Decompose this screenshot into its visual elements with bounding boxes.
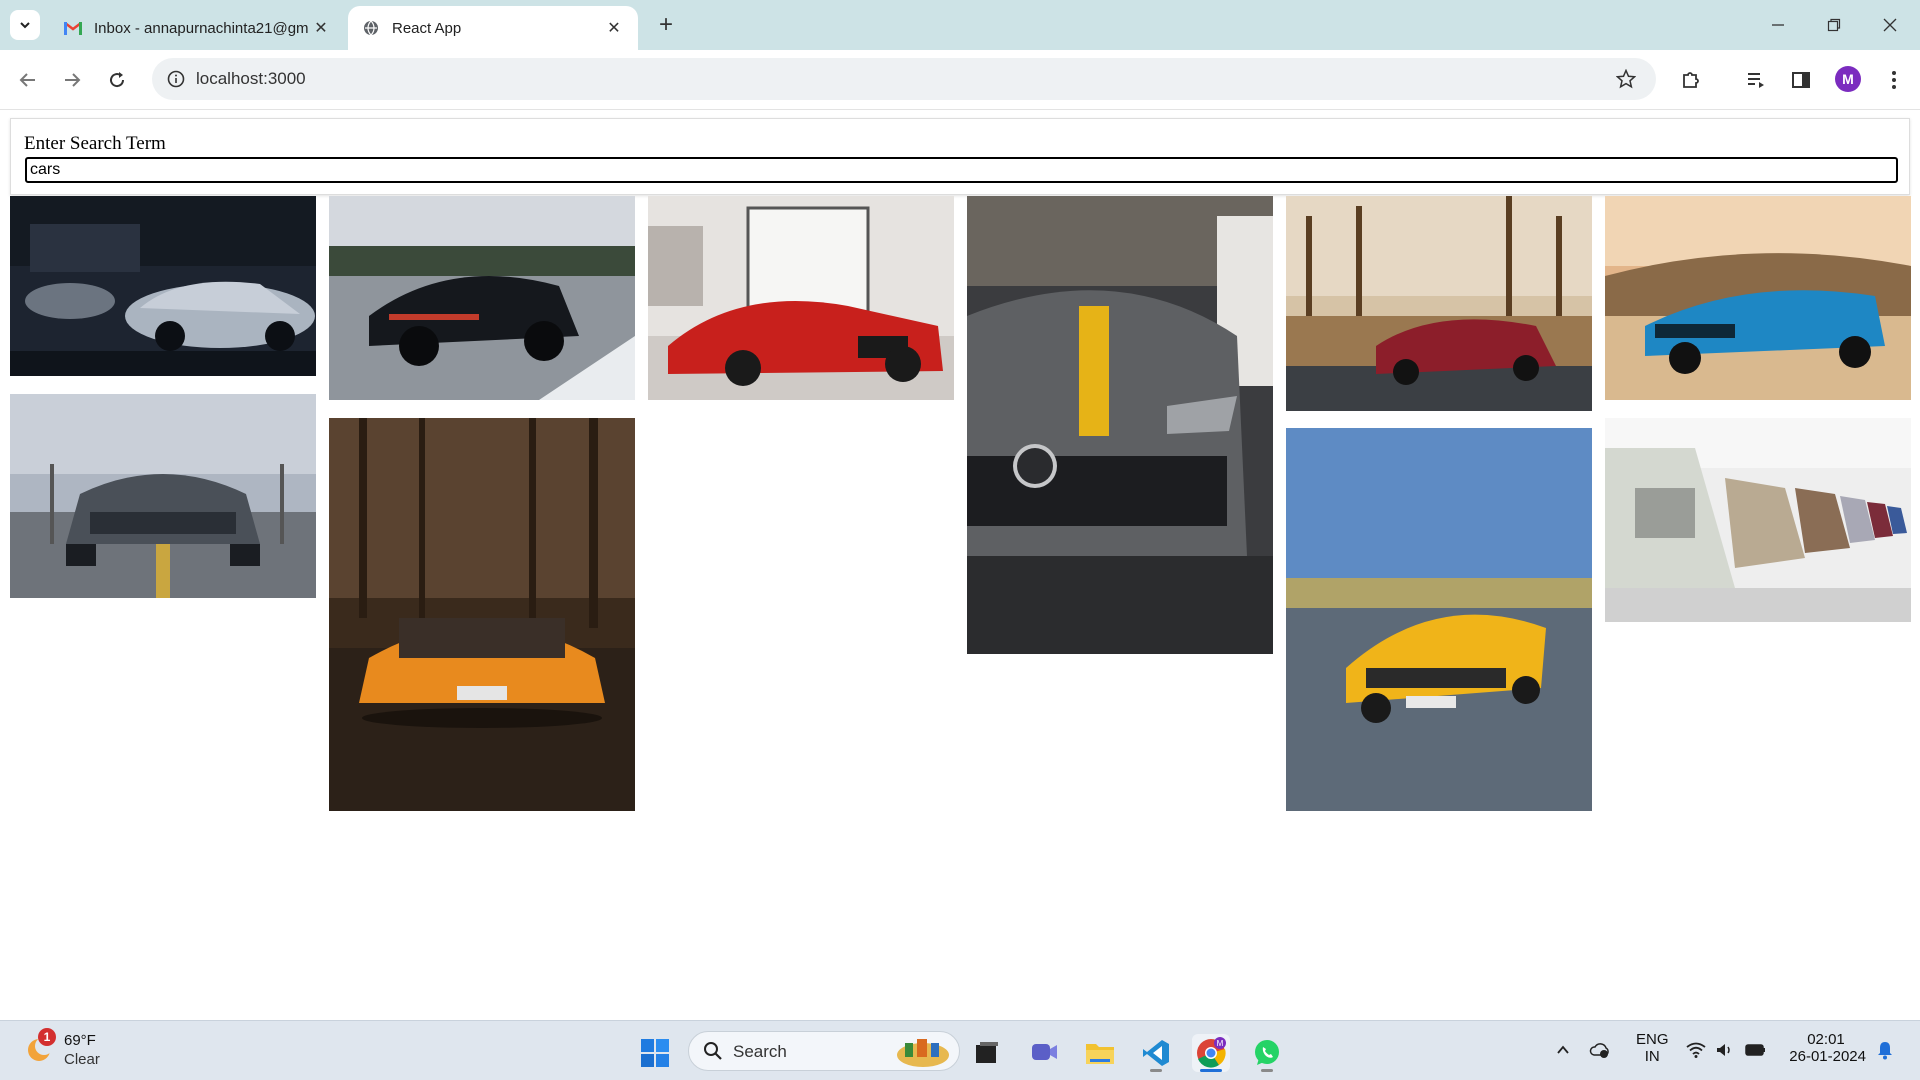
chevron-down-icon [20,22,30,29]
close-tab-icon[interactable]: ✕ [604,18,624,38]
back-button[interactable] [12,64,44,96]
image-result-10[interactable] [1605,418,1911,622]
taskbar [0,1020,1920,1080]
file-explorer-button[interactable] [1081,1034,1119,1072]
taskbar-search[interactable]: Search [688,1031,960,1071]
image-result-1[interactable] [10,196,316,376]
forward-button[interactable] [56,64,88,96]
url-text: localhost:3000 [196,69,306,88]
battery-icon[interactable] [1744,1038,1768,1062]
notifications-bell-icon[interactable] [1873,1038,1897,1062]
clock-date: 26-01-2024 [1789,1048,1866,1065]
image-result-3[interactable] [648,196,954,400]
puzzle-icon [1683,72,1699,88]
image-result-6[interactable] [1605,196,1911,400]
region-code: IN [1644,1048,1660,1065]
new-tab-button[interactable]: + [652,12,680,40]
bookmark-star-icon[interactable] [1614,67,1638,91]
language-indicator[interactable]: ENG IN [1636,1031,1669,1065]
tab-gmail[interactable]: Inbox - annapurnachinta21@gm ✕ [50,6,345,50]
language-code: ENG [1636,1031,1669,1048]
tab-search-button[interactable] [10,10,40,40]
video-chat-icon [1032,1044,1057,1060]
chevron-up-icon [1557,1045,1569,1054]
whatsapp-button[interactable] [1248,1034,1286,1072]
clock-time: 02:01 [1807,1031,1845,1048]
windows-logo-icon [641,1039,669,1067]
chrome-icon: M [1197,1037,1226,1068]
active-indicator [1200,1069,1222,1072]
whatsapp-icon [1255,1040,1279,1065]
car-photo [1605,418,1911,622]
car-photo [1286,196,1592,411]
search-input[interactable] [25,157,1898,183]
car-photo [329,418,635,811]
side-panel-button[interactable] [1785,64,1817,96]
search-highlight-icon [897,1039,949,1067]
vscode-button[interactable] [1137,1034,1175,1072]
close-window-button[interactable] [1870,10,1910,40]
task-view-icon [976,1042,998,1063]
task-view-button[interactable] [968,1034,1006,1072]
wifi-icon[interactable] [1684,1038,1708,1062]
minimize-icon [1772,24,1784,26]
browser-menu-button[interactable] [1878,64,1910,96]
tab-title: React App [392,19,462,37]
car-photo [1605,196,1911,400]
car-photo [10,394,316,598]
globe-icon [362,19,380,37]
weather-condition: Clear [64,1051,100,1068]
folder-icon [1086,1044,1114,1064]
side-panel-icon [1792,72,1810,88]
tab-react-app[interactable]: React App ✕ [348,6,638,50]
gmail-icon [64,19,82,37]
media-controls-button[interactable] [1740,64,1772,96]
chrome-button[interactable]: M [1192,1034,1230,1072]
teams-chat-button[interactable] [1025,1034,1063,1072]
reload-button[interactable] [101,64,133,96]
vscode-icon [1143,1040,1169,1066]
notification-badge: 1 [38,1028,56,1046]
running-indicator [1150,1069,1162,1072]
onedrive-sync-icon[interactable] [1588,1038,1612,1062]
extensions-button[interactable] [1675,64,1707,96]
close-tab-icon[interactable]: ✕ [311,18,331,38]
weather-temperature: 69°F [64,1032,96,1049]
car-photo [329,196,635,400]
running-indicator [1261,1069,1273,1072]
profile-avatar[interactable]: M [1835,66,1861,92]
image-result-8[interactable] [329,418,635,811]
image-result-9[interactable] [1286,428,1592,811]
media-queue-icon [1748,73,1764,88]
taskbar-search-placeholder: Search [733,1042,787,1061]
close-icon [1883,18,1897,32]
image-result-2[interactable] [329,196,635,400]
restore-icon [1827,18,1841,32]
image-result-7[interactable] [10,394,316,598]
search-panel: Enter Search Term [10,118,1910,195]
car-photo [967,196,1273,654]
clock[interactable]: 02:01 26-01-2024 [1786,1031,1866,1065]
svg-text:M: M [1217,1039,1224,1048]
car-photo [648,196,954,400]
show-hidden-icons-button[interactable] [1551,1038,1575,1062]
weather-widget[interactable]: 1 69°F Clear [24,1028,134,1070]
arrow-left-icon [19,73,35,87]
address-bar[interactable]: localhost:3000 [152,58,1656,100]
tab-title: Inbox - annapurnachinta21@gm [94,19,309,37]
start-button[interactable] [636,1034,674,1072]
reload-icon [110,72,125,88]
car-photo [10,196,316,376]
restore-button[interactable] [1814,10,1854,40]
site-info-icon[interactable] [164,67,188,91]
car-photo [1286,428,1592,811]
image-result-5[interactable] [1286,196,1592,411]
search-label: Enter Search Term [24,133,166,154]
kebab-menu-icon [1892,71,1896,89]
arrow-right-icon [65,73,81,87]
image-result-4[interactable] [967,196,1273,654]
search-icon [704,1042,722,1060]
volume-icon[interactable] [1713,1038,1737,1062]
minimize-button[interactable] [1758,10,1798,40]
